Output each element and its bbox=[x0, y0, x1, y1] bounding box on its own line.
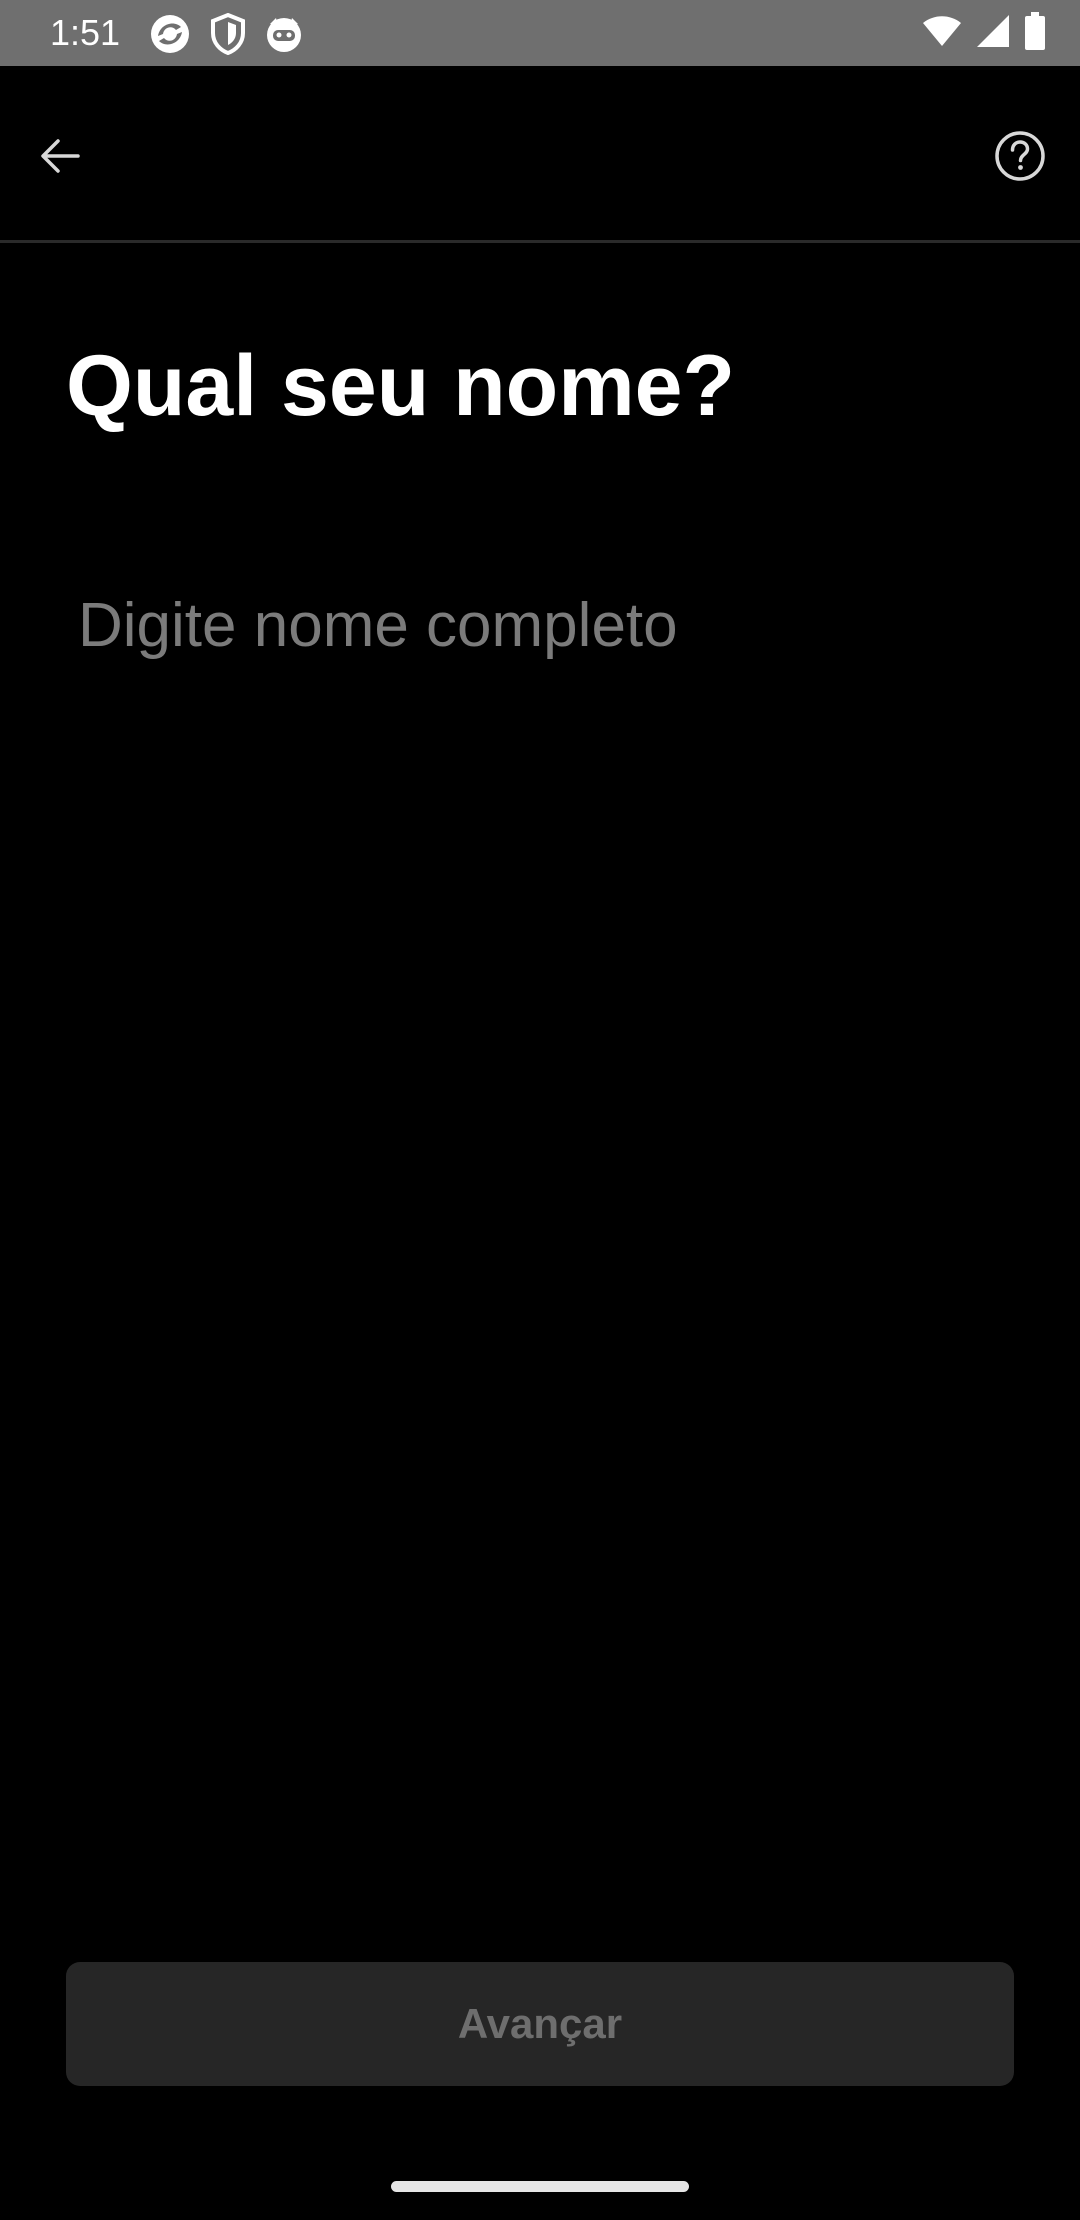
notification-icons bbox=[148, 12, 304, 56]
advance-button[interactable]: Avançar bbox=[66, 1962, 1014, 2086]
top-app-bar bbox=[0, 66, 1080, 240]
status-bar: 1:51 bbox=[0, 0, 1080, 66]
status-time: 1:51 bbox=[50, 12, 121, 53]
sync-app-icon bbox=[148, 12, 192, 56]
wifi-icon bbox=[922, 14, 962, 48]
cat-face-icon bbox=[264, 14, 304, 54]
cellular-signal-icon bbox=[976, 14, 1010, 48]
back-button[interactable] bbox=[24, 122, 96, 194]
full-name-input[interactable] bbox=[66, 580, 1014, 670]
shield-icon bbox=[210, 13, 246, 55]
battery-icon bbox=[1024, 12, 1046, 50]
arrow-left-icon bbox=[38, 134, 82, 183]
help-button[interactable] bbox=[984, 122, 1056, 194]
page-title: Qual seu nome? bbox=[66, 338, 736, 434]
app-bar-divider bbox=[0, 240, 1080, 243]
question-circle-icon bbox=[993, 129, 1047, 188]
system-icons bbox=[922, 12, 1046, 50]
home-indicator[interactable] bbox=[391, 2181, 689, 2192]
